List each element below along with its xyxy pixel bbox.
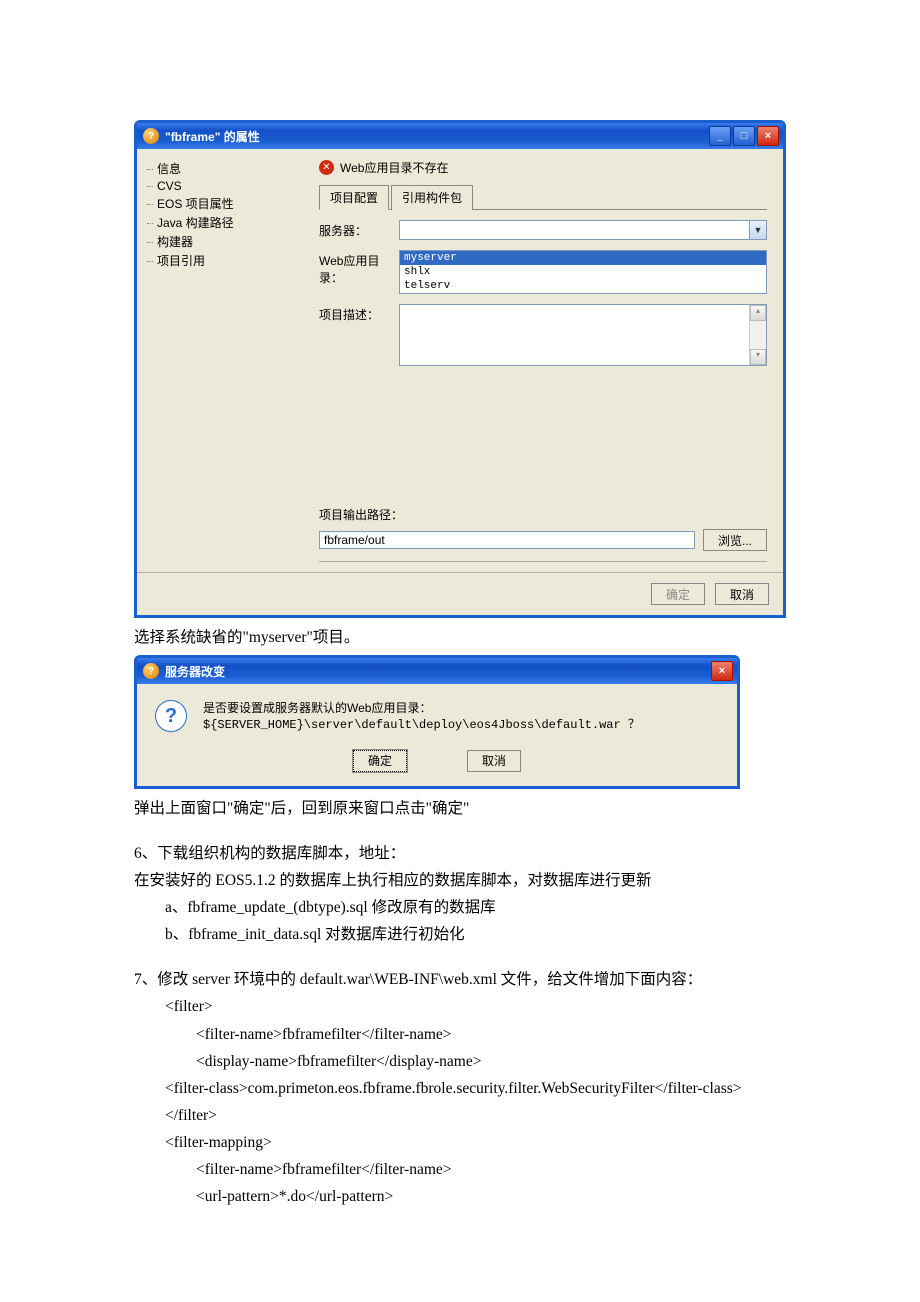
caption: 弹出上面窗口"确定"后，回到原来窗口点击"确定" [134, 795, 786, 822]
category-tree[interactable]: 信息 CVS EOS 项目属性 Java 构建路径 构建器 项目引用 [137, 149, 309, 572]
app-icon: ? [143, 128, 159, 144]
doc-line: 在安装好的 EOS5.1.2 的数据库上执行相应的数据库脚本，对数据库进行更新 [134, 867, 786, 894]
outpath-label: 项目输出路径： [319, 506, 767, 523]
ok-button[interactable]: 确定 [651, 583, 705, 605]
caption: 选择系统缺省的"myserver"项目。 [134, 624, 786, 651]
confirm-dialog: ? 服务器改变 × ? 是否要设置成服务器默认的Web应用目录： ${SERVE… [134, 655, 740, 789]
scroll-down-icon[interactable]: ▾ [750, 349, 766, 365]
scroll-up-icon[interactable]: ▴ [750, 305, 766, 321]
chevron-down-icon[interactable]: ▼ [749, 221, 766, 239]
desc-label: 项目描述： [319, 304, 399, 323]
minimize-button[interactable]: _ [709, 126, 731, 146]
tab-project-config[interactable]: 项目配置 [319, 185, 389, 210]
properties-dialog: ? "fbframe" 的属性 _ □ × 信息 CVS EOS 项目属性 Ja… [134, 120, 786, 618]
question-icon: ? [155, 700, 187, 732]
code-line: <filter-name>fbframefilter</filter-name> [134, 1156, 786, 1183]
tree-item[interactable]: EOS 项目属性 [143, 194, 303, 213]
code-line: <filter-class>com.primeton.eos.fbframe.f… [134, 1075, 786, 1102]
code-line: <filter> [134, 993, 786, 1020]
webdir-label: Web应用目录： [319, 250, 399, 286]
tab-ref-packages[interactable]: 引用构件包 [391, 185, 473, 210]
tree-item[interactable]: 构建器 [143, 232, 303, 251]
maximize-button[interactable]: □ [733, 126, 755, 146]
browse-button[interactable]: 浏览... [703, 529, 767, 551]
scrollbar[interactable]: ▴ ▾ [749, 305, 766, 365]
desc-textarea[interactable]: ▴ ▾ [399, 304, 767, 366]
tree-item[interactable]: Java 构建路径 [143, 213, 303, 232]
error-text: Web应用目录不存在 [340, 159, 448, 176]
server-combo[interactable]: ▼ [399, 220, 767, 240]
code-line: </filter> [134, 1102, 786, 1129]
close-button[interactable]: × [757, 126, 779, 146]
close-button[interactable]: × [711, 661, 733, 681]
code-line: <filter-mapping> [134, 1129, 786, 1156]
tree-item[interactable]: 信息 [143, 159, 303, 178]
app-icon: ? [143, 663, 159, 679]
list-item[interactable]: telserv [400, 279, 766, 293]
tree-item[interactable]: 项目引用 [143, 251, 303, 270]
titlebar[interactable]: ? "fbframe" 的属性 _ □ × [137, 123, 783, 149]
webdir-listbox[interactable]: myserver shlx telserv [399, 250, 767, 294]
titlebar[interactable]: ? 服务器改变 × [137, 658, 737, 684]
doc-line: b、fbframe_init_data.sql 对数据库进行初始化 [134, 921, 786, 948]
server-label: 服务器： [319, 220, 399, 239]
code-line: <url-pattern>*.do</url-pattern> [134, 1183, 786, 1210]
code-line: <filter-name>fbframefilter</filter-name> [134, 1021, 786, 1048]
list-item[interactable]: shlx [400, 265, 766, 279]
ok-button[interactable]: 确定 [353, 750, 407, 772]
cancel-button[interactable]: 取消 [715, 583, 769, 605]
error-icon: ✕ [319, 160, 334, 175]
tree-item[interactable]: CVS [143, 178, 303, 194]
window-title: "fbframe" 的属性 [165, 128, 709, 145]
confirm-message: 是否要设置成服务器默认的Web应用目录： ${SERVER_HOME}\serv… [203, 700, 640, 734]
window-title: 服务器改变 [165, 663, 711, 680]
list-item[interactable]: myserver [400, 251, 766, 265]
doc-line: 6、下载组织机构的数据库脚本，地址： [134, 840, 786, 867]
code-line: <display-name>fbframefilter</display-nam… [134, 1048, 786, 1075]
cancel-button[interactable]: 取消 [467, 750, 521, 772]
output-path-input[interactable] [319, 531, 695, 549]
doc-line: a、fbframe_update_(dbtype).sql 修改原有的数据库 [134, 894, 786, 921]
doc-line: 7、修改 server 环境中的 default.war\WEB-INF\web… [134, 966, 786, 993]
